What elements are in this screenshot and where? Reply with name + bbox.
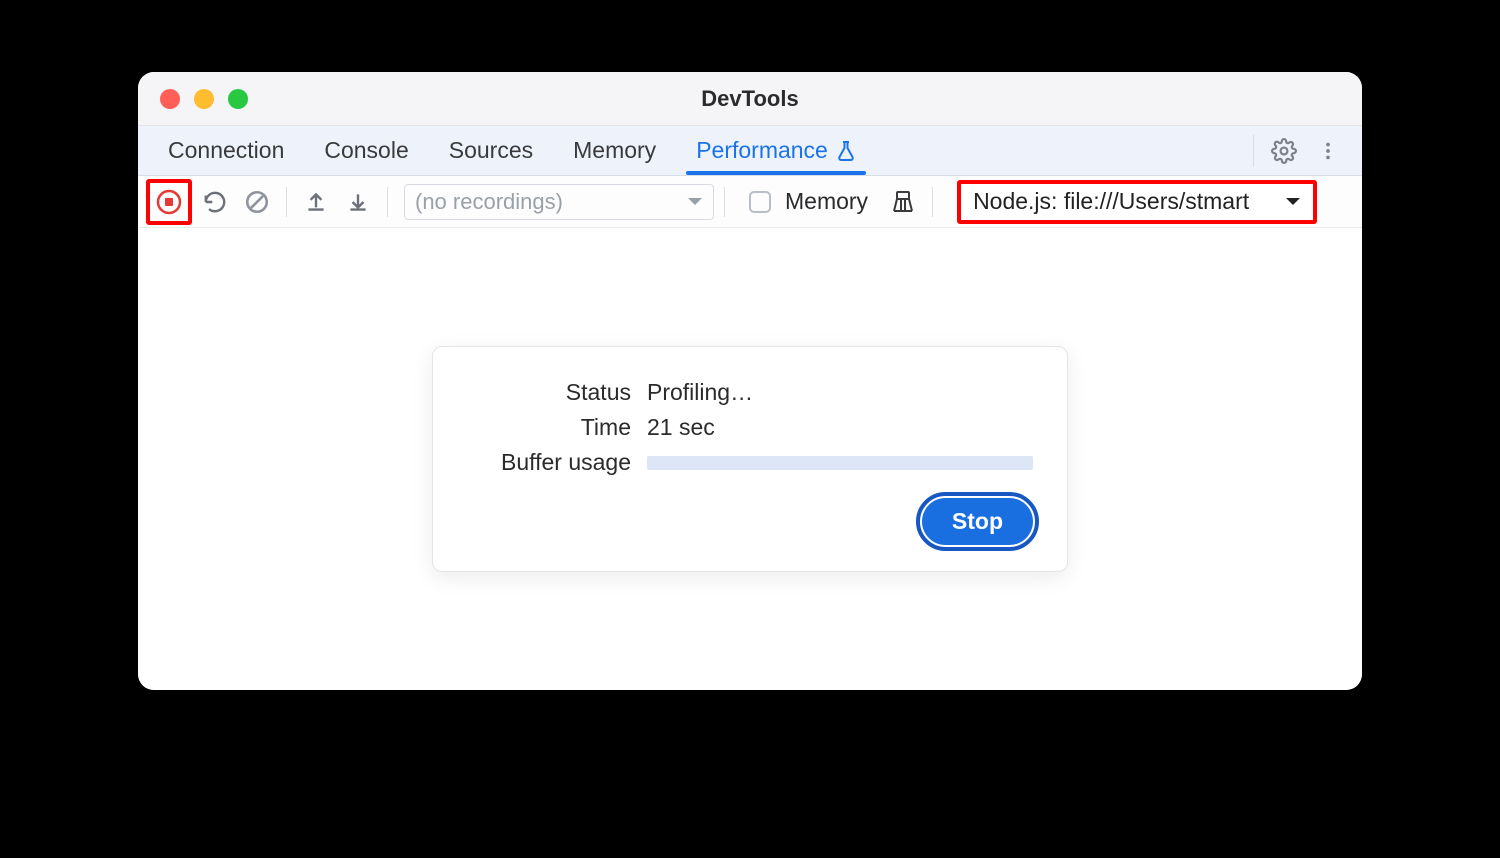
more-button[interactable]: [1308, 131, 1348, 171]
time-row: Time 21 sec: [467, 414, 1033, 441]
tab-label: Performance: [696, 137, 828, 164]
tab-console[interactable]: Console: [304, 126, 428, 175]
divider: [286, 187, 287, 217]
tab-actions: [1253, 131, 1362, 171]
close-window-button[interactable]: [160, 89, 180, 109]
time-label: Time: [467, 414, 647, 441]
more-vertical-icon: [1317, 140, 1339, 162]
buffer-usage-bar: [647, 456, 1033, 470]
stop-button[interactable]: Stop: [922, 498, 1033, 545]
download-icon: [345, 189, 371, 215]
time-value: 21 sec: [647, 414, 1033, 441]
tabs-bar: Connection Console Sources Memory Perfor…: [138, 126, 1362, 176]
clear-button[interactable]: [238, 183, 276, 221]
status-value: Profiling…: [647, 379, 1033, 406]
recordings-select[interactable]: (no recordings): [404, 184, 714, 220]
chevron-down-icon: [1285, 196, 1301, 208]
flask-icon: [836, 140, 856, 162]
panel-actions: Stop: [467, 498, 1033, 545]
status-row: Status Profiling…: [467, 379, 1033, 406]
performance-toolbar: (no recordings) Memory Node.js: file:///…: [138, 176, 1362, 228]
memory-checkbox[interactable]: [749, 191, 771, 213]
tab-label: Memory: [573, 137, 656, 164]
tab-label: Sources: [449, 137, 533, 164]
profiling-panel: Status Profiling… Time 21 sec Buffer usa…: [432, 346, 1068, 572]
upload-button[interactable]: [297, 183, 335, 221]
buffer-row: Buffer usage: [467, 449, 1033, 476]
tab-sources[interactable]: Sources: [429, 126, 553, 175]
reload-button[interactable]: [196, 183, 234, 221]
recordings-placeholder: (no recordings): [415, 189, 563, 215]
buffer-label: Buffer usage: [467, 449, 647, 476]
tab-performance[interactable]: Performance: [676, 126, 876, 175]
devtools-window: DevTools Connection Console Sources Memo…: [138, 72, 1362, 690]
settings-button[interactable]: [1264, 131, 1304, 171]
target-select[interactable]: Node.js: file:///Users/stmart: [957, 180, 1317, 224]
status-label: Status: [467, 379, 647, 406]
cancel-circle-icon: [244, 189, 270, 215]
tab-connection[interactable]: Connection: [148, 126, 304, 175]
divider: [932, 187, 933, 217]
tab-label: Console: [324, 137, 408, 164]
gear-icon: [1271, 138, 1297, 164]
record-stop-icon: [155, 188, 183, 216]
content-area: Status Profiling… Time 21 sec Buffer usa…: [138, 228, 1362, 690]
upload-icon: [303, 189, 329, 215]
minimize-window-button[interactable]: [194, 89, 214, 109]
target-label: Node.js: file:///Users/stmart: [973, 188, 1249, 215]
window-title: DevTools: [138, 86, 1362, 112]
divider: [387, 187, 388, 217]
collect-garbage-button[interactable]: [884, 183, 922, 221]
traffic-lights: [138, 89, 248, 109]
divider: [724, 187, 725, 217]
tab-label: Connection: [168, 137, 284, 164]
chevron-down-icon: [687, 196, 703, 208]
record-stop-button[interactable]: [152, 185, 186, 219]
maximize-window-button[interactable]: [228, 89, 248, 109]
download-button[interactable]: [339, 183, 377, 221]
reload-icon: [202, 189, 228, 215]
titlebar: DevTools: [138, 72, 1362, 126]
tab-memory[interactable]: Memory: [553, 126, 676, 175]
record-highlight: [146, 179, 192, 225]
memory-checkbox-label: Memory: [785, 188, 868, 215]
broom-icon: [889, 188, 917, 216]
